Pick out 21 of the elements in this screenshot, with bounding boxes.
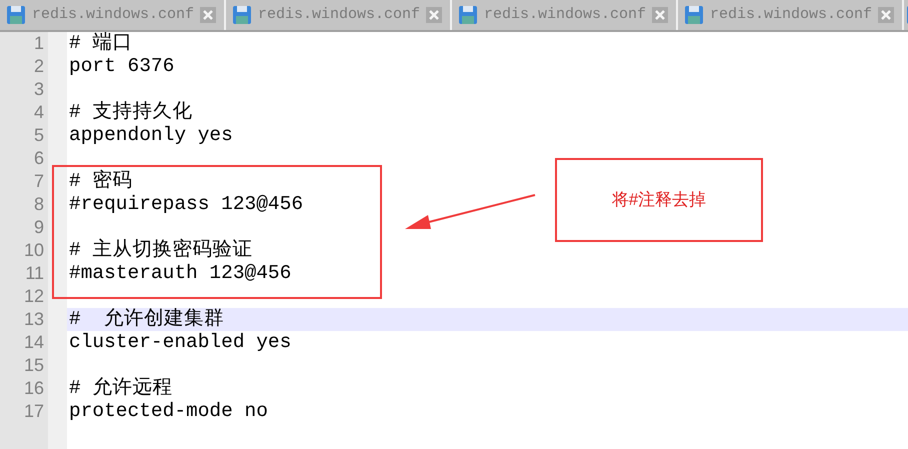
- save-icon: [458, 5, 478, 25]
- code-line: # 支持持久化: [69, 101, 192, 124]
- code-line: # 密码: [69, 170, 132, 193]
- code-line: # 允许远程: [69, 377, 172, 400]
- close-icon[interactable]: [200, 7, 216, 23]
- code-line: # 主从切换密码验证: [69, 239, 252, 262]
- code-line: # 允许创建集群: [69, 308, 224, 331]
- code-line: #masterauth 123@456: [69, 262, 292, 285]
- close-icon[interactable]: [652, 7, 668, 23]
- code-line: appendonly yes: [69, 124, 233, 147]
- save-icon: [6, 5, 26, 25]
- code-line: # 端口: [69, 32, 132, 55]
- callout-text: 将#注释去掉: [612, 189, 706, 212]
- save-icon: [684, 5, 704, 25]
- code-line: protected-mode no: [69, 400, 268, 423]
- save-icon: [232, 5, 252, 25]
- close-icon[interactable]: [878, 7, 894, 23]
- code-line: #requirepass 123@456: [69, 193, 304, 216]
- close-icon[interactable]: [426, 7, 442, 23]
- code-line: cluster-enabled yes: [69, 331, 292, 354]
- code-line: port 6376: [69, 55, 174, 78]
